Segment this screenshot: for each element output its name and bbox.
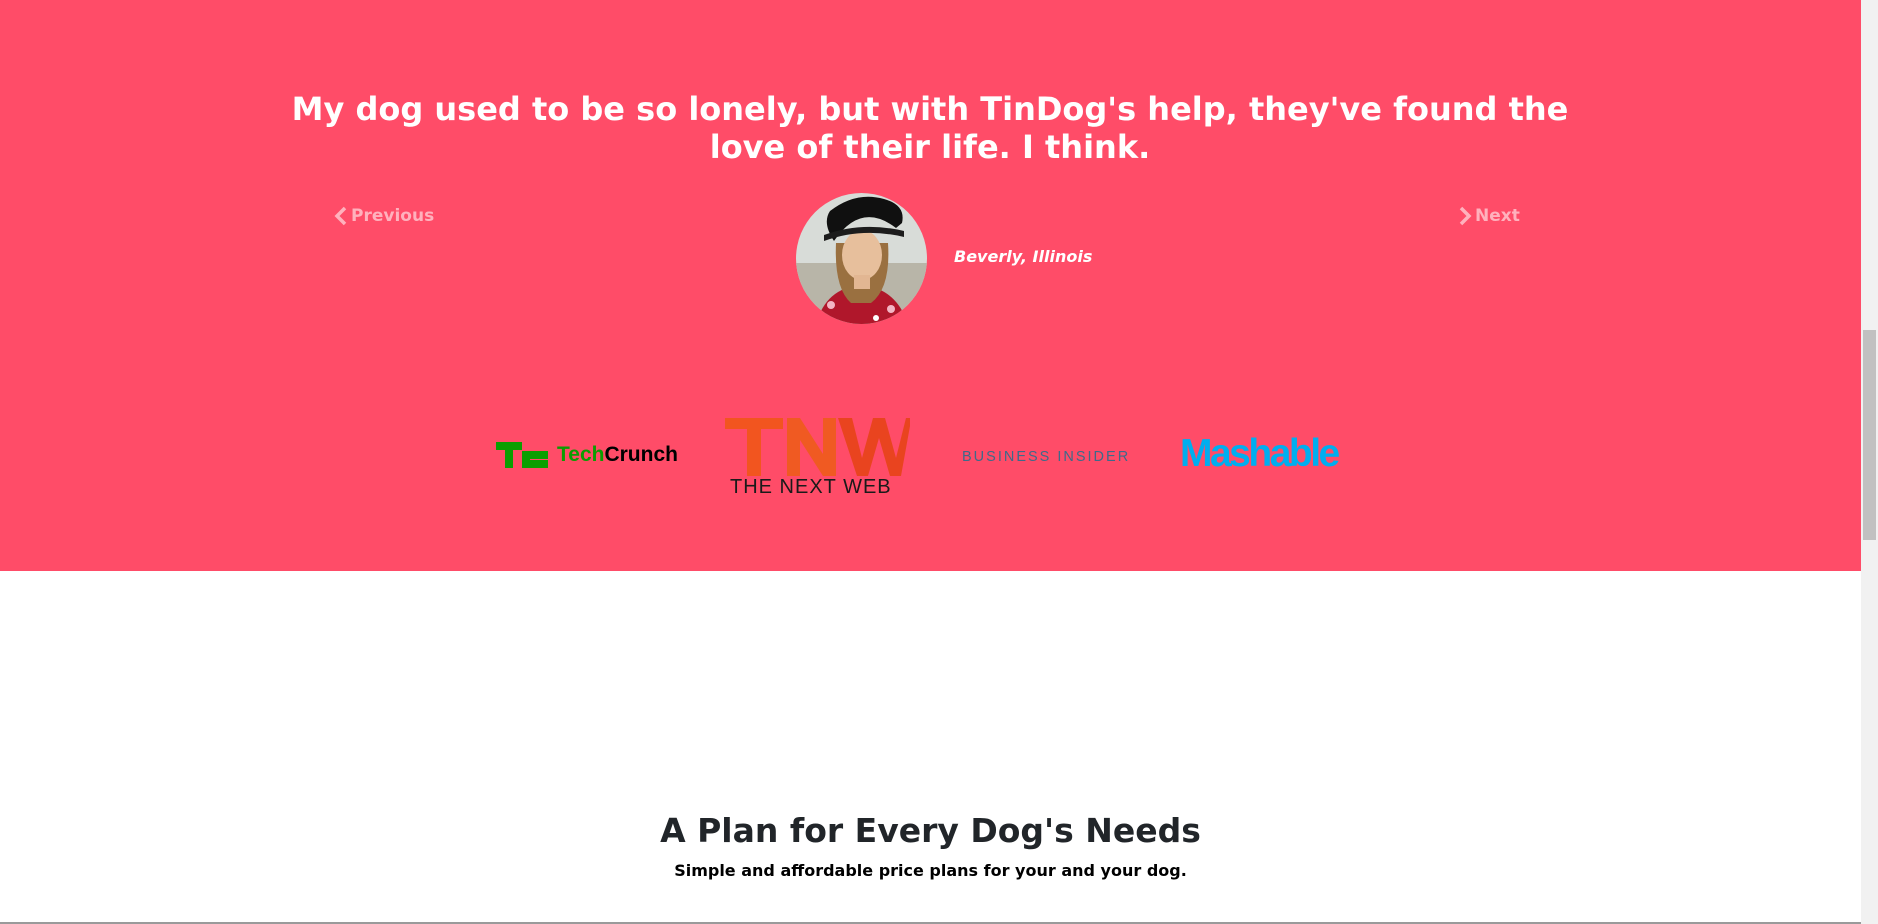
- business-insider-logo: BUSINESS INSIDER: [962, 449, 1131, 465]
- pricing-title: A Plan for Every Dog's Needs: [660, 811, 1201, 850]
- carousel-previous-button[interactable]: Previous: [334, 206, 434, 226]
- testimonial-author: Beverly, Illinois: [954, 247, 1093, 266]
- techcrunch-mark-icon: [496, 442, 548, 468]
- testimonial-section: My dog used to be so lonely, but with Ti…: [0, 0, 1861, 571]
- scrollbar-thumb[interactable]: [1863, 330, 1876, 540]
- mashable-logo: Mashable: [1180, 432, 1340, 475]
- techcrunch-word-tech: Tech: [557, 443, 605, 466]
- pricing-subtitle: Simple and affordable price plans for yo…: [674, 861, 1187, 880]
- previous-label: Previous: [351, 206, 435, 226]
- tnw-tagline: THE NEXT WEB: [730, 476, 892, 498]
- carousel-next-button[interactable]: Next: [1458, 206, 1520, 226]
- techcrunch-logo: TechCrunch: [496, 442, 678, 468]
- page: My dog used to be so lonely, but with Ti…: [0, 0, 1861, 924]
- testimonial-quote: My dog used to be so lonely, but with Ti…: [291, 90, 1569, 166]
- tnw-mark-icon: [725, 418, 910, 476]
- chevron-right-icon: [1459, 206, 1472, 226]
- vertical-scrollbar[interactable]: [1861, 0, 1878, 924]
- chevron-left-icon: [334, 206, 347, 226]
- tnw-logo: THE NEXT WEB: [725, 418, 910, 500]
- next-label: Next: [1475, 206, 1520, 226]
- techcrunch-word-crunch: Crunch: [604, 443, 678, 466]
- avatar: [796, 193, 927, 324]
